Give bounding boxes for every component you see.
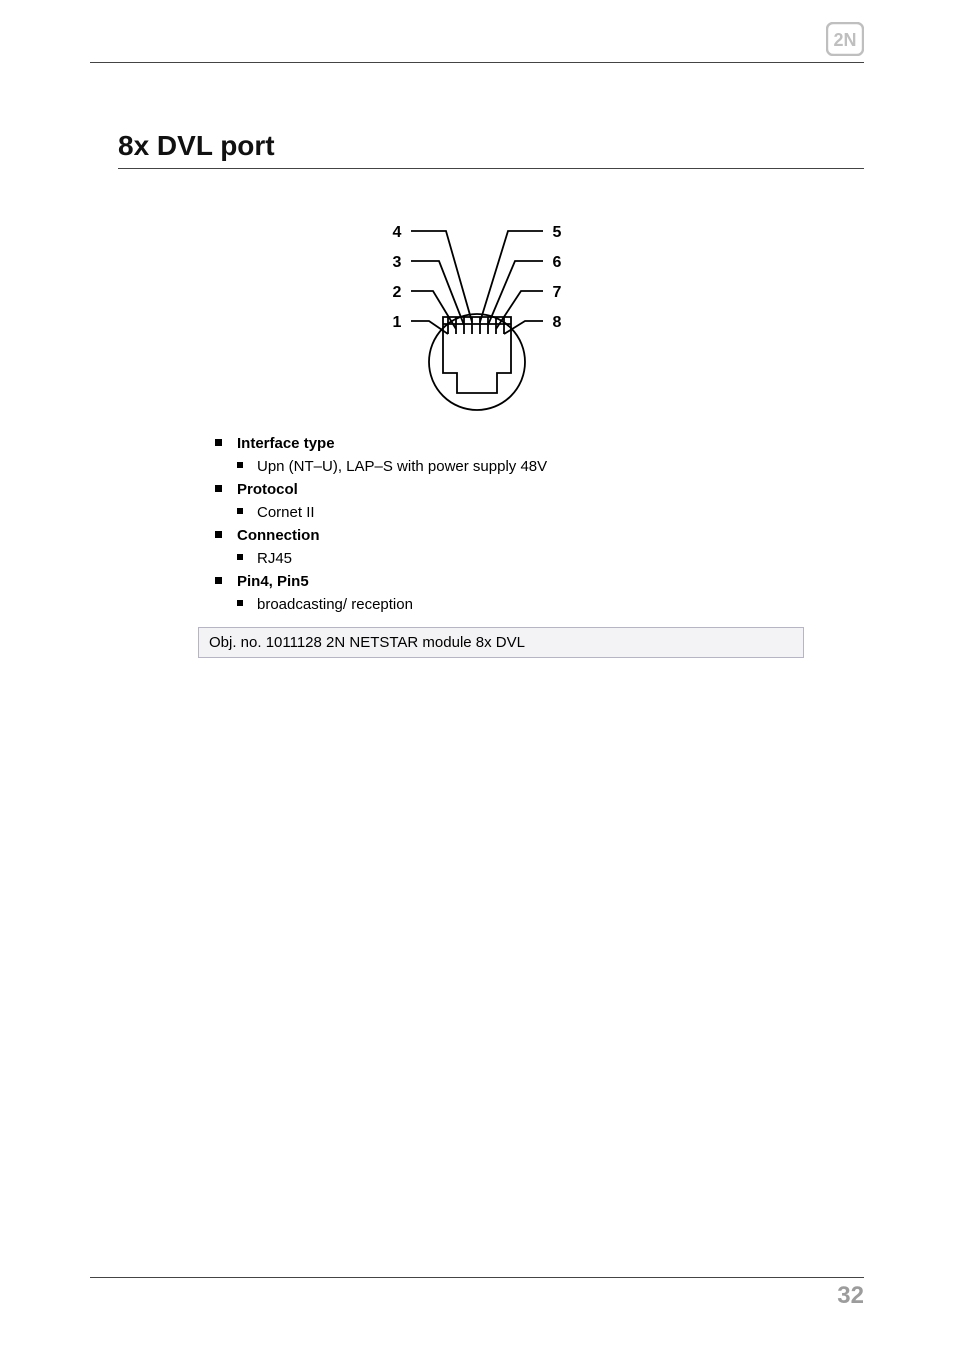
page-number: 32 — [90, 1282, 864, 1310]
pin-label-8: 8 — [553, 314, 562, 331]
pin-label-4: 4 — [393, 224, 402, 241]
pin-label-2: 2 — [393, 284, 402, 301]
spec-value: RJ45 — [237, 548, 864, 569]
spec-item: Interface type Upn (NT–U), LAP–S with po… — [215, 433, 864, 477]
spec-label: Interface type — [237, 435, 335, 452]
spec-list: Interface type Upn (NT–U), LAP–S with po… — [215, 433, 864, 615]
brand-logo-2n: 2N — [826, 22, 864, 56]
spec-item: Protocol Cornet II — [215, 479, 864, 523]
header-rule — [90, 62, 864, 63]
footer-rule — [90, 1277, 864, 1278]
svg-text:2N: 2N — [833, 30, 856, 50]
page-title: 8x DVL port — [118, 130, 864, 169]
object-number-box: Obj. no. 1011128 2N NETSTAR module 8x DV… — [198, 627, 804, 658]
spec-label: Protocol — [237, 481, 298, 498]
spec-label: Connection — [237, 527, 320, 544]
pin-label-1: 1 — [393, 314, 402, 331]
pin-label-5: 5 — [553, 224, 562, 241]
spec-label: Pin4, Pin5 — [237, 573, 309, 590]
spec-value: Cornet II — [237, 502, 864, 523]
rj45-pinout-diagram: 1 2 3 4 8 7 6 5 — [90, 197, 864, 417]
spec-item: Connection RJ45 — [215, 525, 864, 569]
spec-value: Upn (NT–U), LAP–S with power supply 48V — [237, 456, 864, 477]
spec-item: Pin4, Pin5 broadcasting/ reception — [215, 571, 864, 615]
page-footer: 32 — [90, 1277, 864, 1310]
pin-label-3: 3 — [393, 254, 402, 271]
pin-label-7: 7 — [553, 284, 562, 301]
pin-label-6: 6 — [553, 254, 562, 271]
spec-value: broadcasting/ reception — [237, 594, 864, 615]
